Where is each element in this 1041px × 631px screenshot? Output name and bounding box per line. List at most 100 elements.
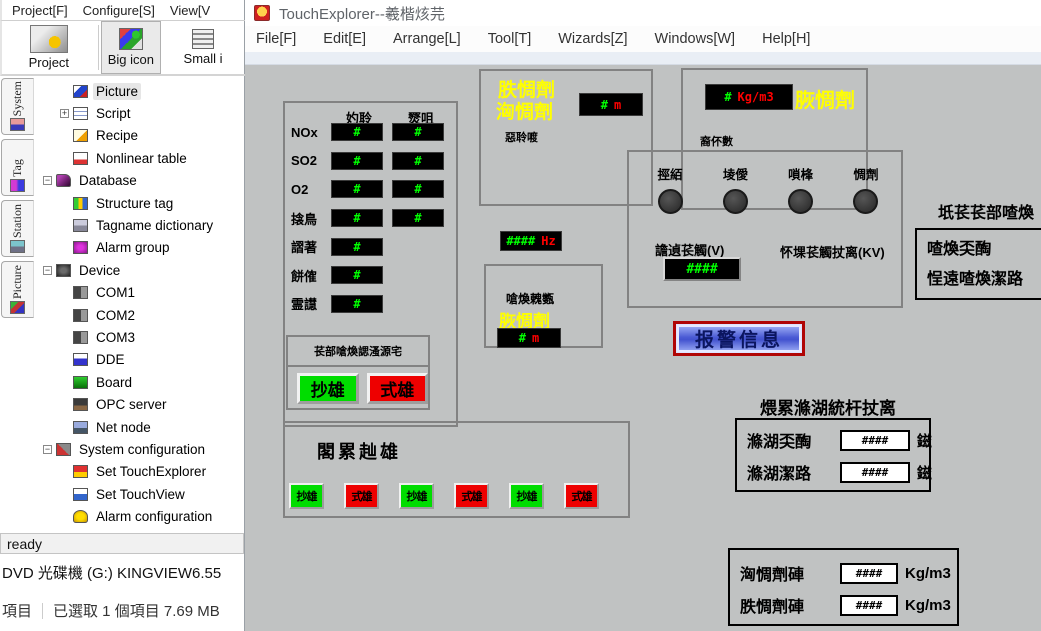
tree-item-net-node[interactable]: Net node [36,416,244,438]
gas-row-label: 餅傕 [291,266,331,285]
gas-row: SO2## [291,147,454,176]
gas-value-display: # [392,209,444,227]
local-control-title: 苌部嗆煥諰溞源宅 [288,337,428,367]
side-tab-label: Picture [10,265,25,299]
gas-row: 霊譿# [291,290,454,319]
tree-item-script[interactable]: +Script [36,102,244,124]
bottom-row-label: 胅惆劑硨 [740,593,840,617]
gas-value-display: # [331,180,383,198]
kv-label: 怀堁苌觸扙离(KV) [780,242,885,261]
right-panel-row: 悜遠喳煥潔路 [917,265,1041,295]
expander-icon[interactable]: − [43,266,52,275]
feeder-label-2: 洶惆劑 [496,97,553,124]
group-stop-button-1[interactable]: 式雄 [344,483,379,509]
side-tab-label: Tag [10,143,25,177]
distance-box: 嗆煥䰤㽊 脄惆劑 # m [484,264,603,348]
items-label: 項目 [2,600,32,621]
lamp-label: 惆劑 [853,164,878,183]
side-tab-picture[interactable]: Picture [1,261,34,318]
gas-row-label: 霊譿 [291,294,331,313]
tree-item-com3[interactable]: COM3 [36,326,244,348]
tree-item-label: Alarm configuration [93,508,215,525]
local-stop-button[interactable]: 式雄 [367,373,429,404]
lamp-label: 嗩桻 [788,164,813,183]
tree-item-picture[interactable]: Picture [36,80,244,102]
feeder-note: 惡聆喥 [505,129,538,145]
status-divider [42,603,43,619]
small-icon-button[interactable]: Small i [161,21,245,74]
display-value: # [353,125,360,139]
selection-info: 已選取 1 個項目 7.69 MB [53,600,220,621]
flow-row: 滌湖奀醄####鎡 [737,424,929,456]
lamp-label: 堎僾 [723,164,748,183]
tree-item-set-touchview[interactable]: Set TouchView [36,483,244,505]
drive-label: DVD 光碟機 (G:) KINGVIEW6.55 [2,562,221,583]
tree-item-set-touchexplorer[interactable]: Set TouchExplorer [36,461,244,483]
local-start-button[interactable]: 抄雄 [297,373,359,404]
menu-item-view-v[interactable]: View[V [170,3,210,18]
menu-item-project-f[interactable]: Project[F] [12,3,68,18]
script-icon [73,107,88,120]
bottom-row-label: 洶惆劑硨 [740,561,840,585]
group-start-button-3[interactable]: 抄雄 [509,483,544,509]
bottom-row-unit: Kg/m3 [905,597,951,614]
menu-item-edit-e[interactable]: Edit[E] [323,31,366,47]
side-tab-system[interactable]: System [1,78,34,135]
bottom-rows: 洶惆劑硨####Kg/m3胅惆劑硨####Kg/m3 [730,557,957,621]
tree-item-system-configuration[interactable]: −System configuration [36,438,244,460]
menu-item-help-h[interactable]: Help[H] [762,31,810,47]
menu-item-wizards-z[interactable]: Wizards[Z] [558,31,627,47]
menu-item-tool-t[interactable]: Tool[T] [488,31,532,47]
expander-icon[interactable]: − [43,176,52,185]
side-tab-station[interactable]: Station [1,200,34,257]
group-start-button-1[interactable]: 抄雄 [289,483,324,509]
tree-item-board[interactable]: Board [36,371,244,393]
tree-item-opc-server[interactable]: OPC server [36,393,244,415]
right-panel-row: 喳煥奀醄 [917,235,1041,265]
touchexplorer-app-icon [254,5,270,21]
tree-item-com1[interactable]: COM1 [36,282,244,304]
group-buttons: 抄雄式雄抄雄式雄抄雄式雄 [289,483,599,509]
nonlinear-table-icon [73,152,88,165]
expander-icon[interactable]: − [43,445,52,454]
tree-item-database[interactable]: −Database [36,170,244,192]
group-stop-button-3[interactable]: 式雄 [564,483,599,509]
menu-item-configure-s[interactable]: Configure[S] [83,3,155,18]
database-icon [56,174,71,187]
big-icon-button[interactable]: Big icon [101,21,162,74]
display-unit: Kg/m3 [738,90,774,104]
menu-item-file-f[interactable]: File[F] [256,31,296,47]
selection-status: 項目 已選取 1 個項目 7.69 MB [2,600,220,621]
dde-icon [73,353,88,366]
side-tab-tag[interactable]: Tag [1,139,34,196]
tree-item-alarm-configuration[interactable]: Alarm configuration [36,505,244,527]
display-value: # [414,182,421,196]
tree-item-alarm-group[interactable]: Alarm group [36,237,244,259]
left-menu-bar: Project[F] Configure[S] View[V [0,0,245,21]
tree-item-label: Recipe [93,127,141,144]
menu-item-arrange-l[interactable]: Arrange[L] [393,31,461,47]
gas-row-label: SO2 [291,153,331,168]
group-stop-button-2[interactable]: 式雄 [454,483,489,509]
set-touchexplorer-icon [73,465,88,478]
indicator-lamp [788,189,813,214]
tree-item-structure-tag[interactable]: Structure tag [36,192,244,214]
tree-item-device[interactable]: −Device [36,259,244,281]
tree-item-tagname-dictionary[interactable]: Tagname dictionary [36,214,244,236]
tree-item-nonlinear-table[interactable]: Nonlinear table [36,147,244,169]
toolbar-strip [245,52,1041,65]
picture-tab-icon [10,301,25,314]
display-unit: m [614,98,621,112]
gas-value-display: # [331,123,383,141]
project-button[interactable]: Project [2,21,96,74]
big-icon-icon [119,28,143,50]
alarm-info-button[interactable]: 报警信息 [673,321,805,356]
group-start-button-2[interactable]: 抄雄 [399,483,434,509]
tag-tab-icon [10,179,25,192]
menu-item-windows-w[interactable]: Windows[W] [655,31,736,47]
tree-item-recipe[interactable]: Recipe [36,125,244,147]
expander-icon[interactable]: + [60,109,69,118]
flow-row: 滌湖潔路####鎡 [737,456,929,488]
tree-item-com2[interactable]: COM2 [36,304,244,326]
tree-item-dde[interactable]: DDE [36,349,244,371]
